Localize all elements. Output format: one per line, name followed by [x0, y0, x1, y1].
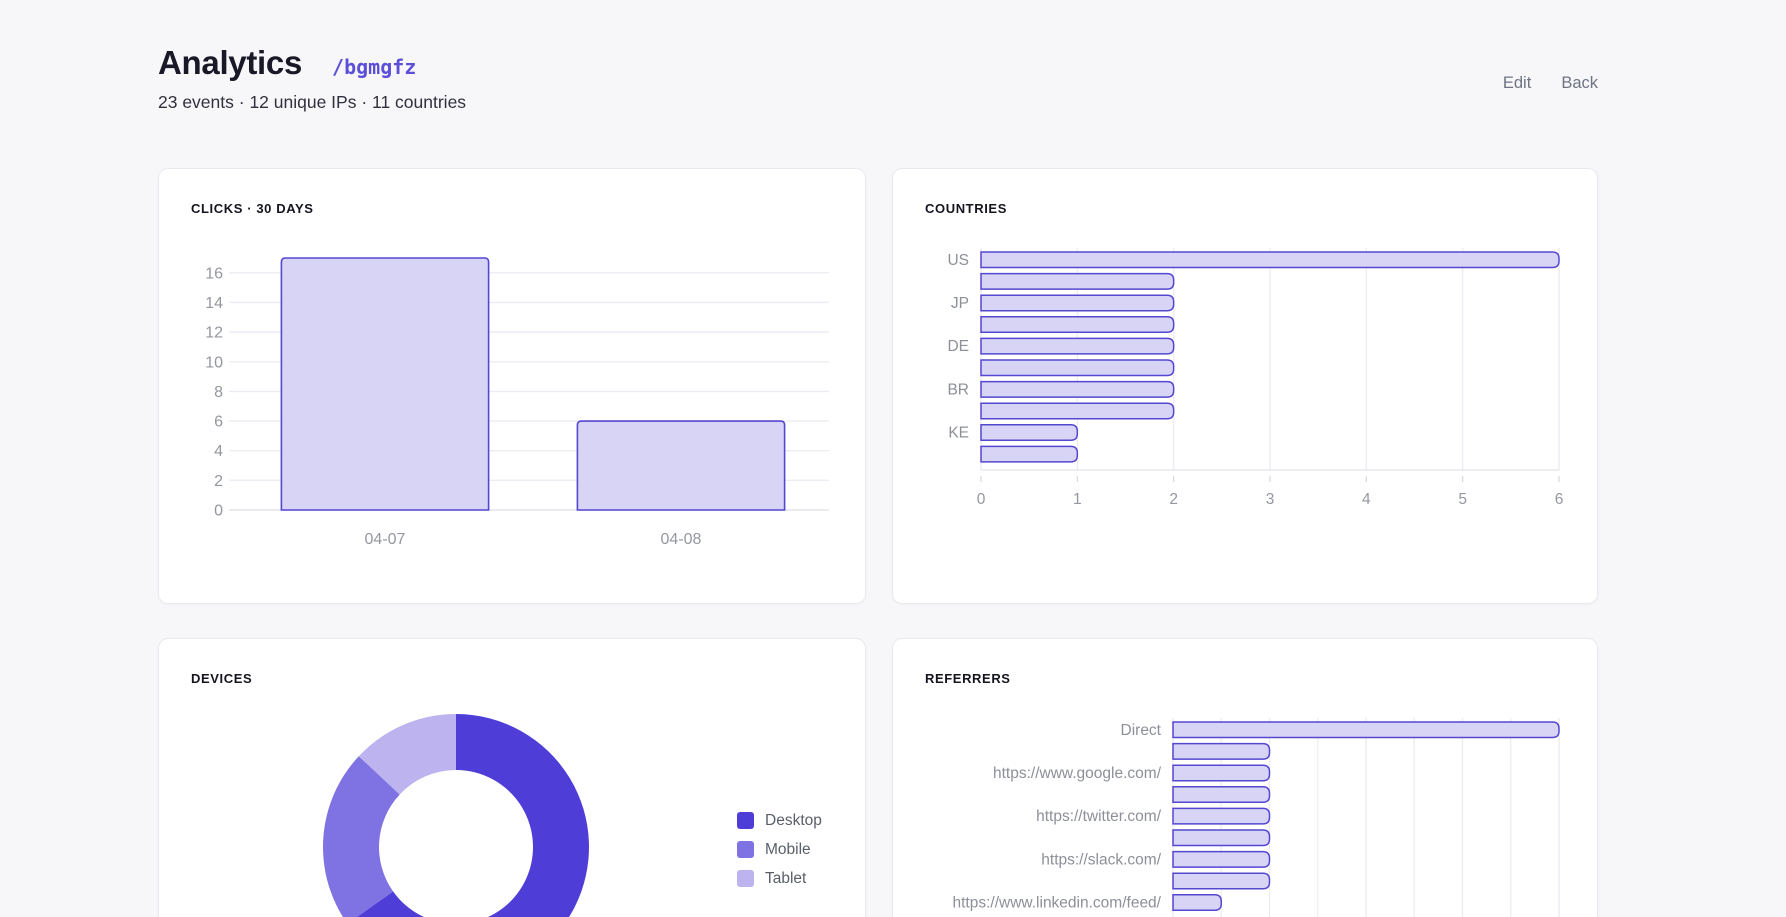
svg-text:6: 6 [214, 414, 223, 431]
referrers-chart-svg: 012345678Directhttps://www.google.com/ht… [925, 712, 1567, 917]
svg-text:https://www.google.com/: https://www.google.com/ [993, 765, 1162, 782]
svg-text:10: 10 [205, 354, 223, 371]
svg-text:8: 8 [214, 384, 223, 401]
countries-card-title: COUNTRIES [925, 201, 1565, 216]
svg-text:0: 0 [214, 503, 223, 520]
link-slug: /bgmgfz [332, 55, 416, 79]
svg-text:https://www.linkedin.com/feed/: https://www.linkedin.com/feed/ [953, 895, 1162, 912]
referrers-card: REFERRERS 012345678Directhttps://www.goo… [892, 638, 1598, 917]
svg-text:14: 14 [205, 295, 223, 312]
legend-item-desktop: Desktop [737, 812, 822, 830]
devices-donut-chart [321, 712, 591, 917]
clicks-chart-svg: 0 2 4 6 8 10 12 14 16 04-07 04-08 [191, 242, 835, 574]
svg-text:4: 4 [1362, 491, 1371, 508]
svg-text:16: 16 [205, 265, 223, 282]
svg-text:2: 2 [214, 473, 223, 490]
svg-text:3: 3 [1266, 491, 1275, 508]
svg-text:BR: BR [947, 381, 969, 398]
devices-legend: Desktop Mobile Tablet [737, 812, 822, 888]
analytics-page: Analytics /bgmgfz 23 events · 12 unique … [0, 0, 1786, 917]
legend-item-tablet: Tablet [737, 870, 822, 888]
svg-text:1: 1 [1073, 491, 1082, 508]
referrers-card-title: REFERRERS [925, 671, 1565, 686]
svg-text:0: 0 [977, 491, 986, 508]
tablet-swatch-icon [737, 870, 754, 887]
svg-text:5: 5 [1458, 491, 1467, 508]
devices-chart-body: Desktop Mobile Tablet [191, 712, 833, 917]
legend-label-desktop: Desktop [765, 812, 822, 830]
legend-label-mobile: Mobile [765, 841, 811, 859]
clicks-card-title: CLICKS · 30 DAYS [191, 201, 833, 216]
svg-text:JP: JP [951, 295, 969, 312]
svg-text:04-08: 04-08 [661, 531, 702, 548]
svg-text:12: 12 [205, 325, 223, 342]
mobile-swatch-icon [737, 841, 754, 858]
countries-card: COUNTRIES 0 1 2 3 4 5 6 US JP DE BR KE [892, 168, 1598, 604]
devices-donut-svg [321, 712, 591, 917]
svg-text:US: US [947, 252, 969, 269]
header-titles: Analytics /bgmgfz 23 events · 12 unique … [158, 44, 466, 113]
edit-button[interactable]: Edit [1503, 74, 1531, 93]
devices-card-title: DEVICES [191, 671, 833, 686]
svg-text:https://slack.com/: https://slack.com/ [1041, 851, 1161, 868]
page-header: Analytics /bgmgfz 23 events · 12 unique … [158, 44, 1598, 113]
desktop-swatch-icon [737, 812, 754, 829]
svg-text:2: 2 [1169, 491, 1178, 508]
svg-text:DE: DE [947, 338, 969, 355]
legend-item-mobile: Mobile [737, 841, 822, 859]
clicks-bar-chart: 0 2 4 6 8 10 12 14 16 04-07 04-08 [191, 242, 833, 579]
svg-text:https://twitter.com/: https://twitter.com/ [1036, 808, 1162, 825]
referrers-bar-chart: 012345678Directhttps://www.google.com/ht… [925, 712, 1565, 917]
page-title: Analytics [158, 44, 302, 82]
back-button[interactable]: Back [1561, 74, 1598, 93]
countries-bar-chart: 0 1 2 3 4 5 6 US JP DE BR KE [925, 242, 1565, 547]
svg-text:04-07: 04-07 [365, 531, 406, 548]
stats-summary: 23 events · 12 unique IPs · 11 countries [158, 92, 466, 113]
svg-text:4: 4 [214, 443, 223, 460]
svg-text:Direct: Direct [1121, 722, 1162, 739]
svg-text:KE: KE [948, 425, 969, 442]
devices-card: DEVICES Desktop Mobile Ta [158, 638, 866, 917]
cards-grid: CLICKS · 30 DAYS 024681012141604-0704-08… [158, 168, 1598, 917]
svg-text:6: 6 [1555, 491, 1564, 508]
countries-chart-svg: 0 1 2 3 4 5 6 US JP DE BR KE [925, 242, 1567, 542]
legend-label-tablet: Tablet [765, 870, 806, 888]
header-actions: Edit Back [1503, 74, 1598, 93]
clicks-card: CLICKS · 30 DAYS 0 2 4 6 8 10 12 14 16 04-07 04-08 [158, 168, 866, 604]
